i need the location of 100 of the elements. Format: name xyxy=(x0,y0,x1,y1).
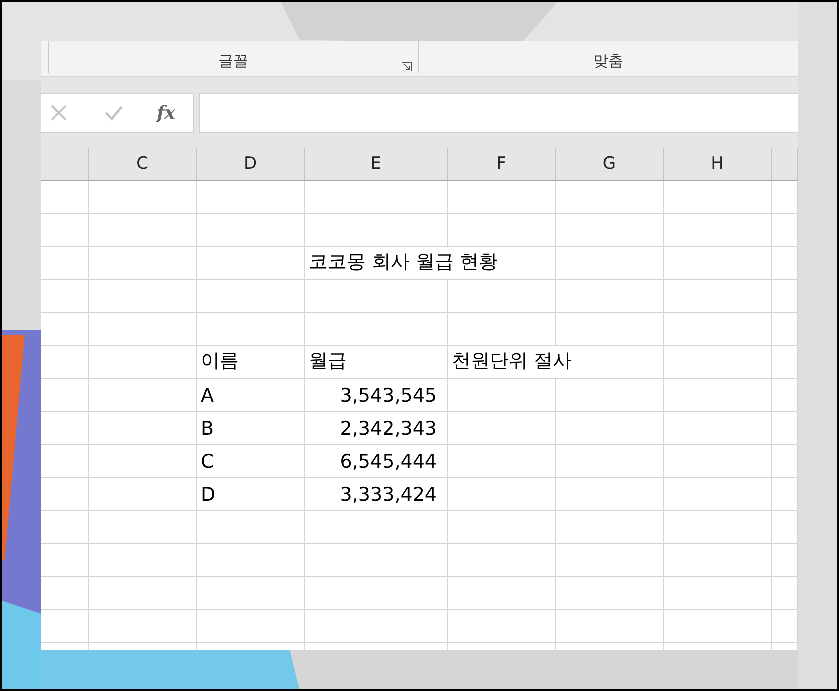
table-cell[interactable] xyxy=(89,346,197,379)
table-cell[interactable] xyxy=(89,313,197,346)
table-cell[interactable] xyxy=(556,577,664,610)
table-cell[interactable]: 2,342,343 xyxy=(305,412,448,445)
column-header[interactable] xyxy=(41,148,89,181)
table-cell[interactable] xyxy=(772,445,798,478)
table-cell[interactable] xyxy=(556,445,664,478)
table-cell[interactable] xyxy=(89,247,197,280)
column-header[interactable]: H xyxy=(664,148,772,181)
table-cell[interactable] xyxy=(305,610,448,643)
table-cell[interactable] xyxy=(556,610,664,643)
table-cell[interactable] xyxy=(41,247,89,280)
table-cell[interactable] xyxy=(664,511,772,544)
table-cell[interactable] xyxy=(556,379,664,412)
table-cell[interactable]: D xyxy=(197,478,305,511)
table-cell[interactable] xyxy=(448,445,556,478)
table-cell[interactable]: 코코몽 회사 월급 현황 xyxy=(305,247,556,280)
table-cell[interactable] xyxy=(305,577,448,610)
table-cell[interactable] xyxy=(41,610,89,643)
table-cell[interactable] xyxy=(41,379,89,412)
column-header[interactable]: F xyxy=(448,148,556,181)
table-cell[interactable] xyxy=(89,511,197,544)
table-cell[interactable] xyxy=(305,214,448,247)
check-icon[interactable] xyxy=(104,105,124,121)
table-cell[interactable] xyxy=(41,511,89,544)
table-cell[interactable] xyxy=(772,379,798,412)
formula-input-field[interactable] xyxy=(199,93,798,133)
table-cell[interactable]: B xyxy=(197,412,305,445)
table-cell[interactable] xyxy=(556,412,664,445)
table-cell[interactable] xyxy=(89,478,197,511)
table-cell[interactable] xyxy=(89,544,197,577)
table-cell[interactable] xyxy=(556,313,664,346)
table-cell[interactable] xyxy=(89,412,197,445)
table-cell[interactable] xyxy=(89,610,197,643)
table-cell[interactable] xyxy=(664,313,772,346)
table-cell[interactable] xyxy=(772,511,798,544)
table-cell[interactable] xyxy=(556,247,664,280)
table-cell[interactable] xyxy=(664,181,772,214)
table-cell[interactable] xyxy=(772,412,798,445)
table-cell[interactable] xyxy=(197,313,305,346)
column-header[interactable] xyxy=(772,148,798,181)
table-cell[interactable] xyxy=(41,445,89,478)
table-cell[interactable] xyxy=(448,379,556,412)
table-cell[interactable] xyxy=(305,280,448,313)
table-cell[interactable] xyxy=(664,478,772,511)
table-cell[interactable] xyxy=(772,610,798,643)
table-cell[interactable]: 3,333,424 xyxy=(305,478,448,511)
column-header[interactable]: G xyxy=(556,148,664,181)
table-cell[interactable] xyxy=(41,412,89,445)
table-cell[interactable] xyxy=(664,346,772,379)
table-cell[interactable]: 이름 xyxy=(197,346,305,379)
table-cell[interactable] xyxy=(664,214,772,247)
table-cell[interactable] xyxy=(772,181,798,214)
table-cell[interactable] xyxy=(305,181,448,214)
table-cell[interactable] xyxy=(772,544,798,577)
cancel-icon[interactable] xyxy=(50,104,68,122)
table-cell[interactable] xyxy=(197,247,305,280)
table-cell[interactable] xyxy=(197,181,305,214)
table-cell[interactable] xyxy=(772,247,798,280)
column-header[interactable]: C xyxy=(89,148,197,181)
table-cell[interactable] xyxy=(772,346,798,379)
table-cell[interactable] xyxy=(197,214,305,247)
table-cell[interactable] xyxy=(41,181,89,214)
table-cell[interactable] xyxy=(556,478,664,511)
table-cell[interactable] xyxy=(41,280,89,313)
table-cell[interactable] xyxy=(556,544,664,577)
table-cell[interactable] xyxy=(41,577,89,610)
table-cell[interactable] xyxy=(197,544,305,577)
table-cell[interactable] xyxy=(89,445,197,478)
table-cell[interactable] xyxy=(197,610,305,643)
table-cell[interactable] xyxy=(448,412,556,445)
table-cell[interactable] xyxy=(772,214,798,247)
table-cell[interactable] xyxy=(772,313,798,346)
table-cell[interactable] xyxy=(664,412,772,445)
table-cell[interactable] xyxy=(556,214,664,247)
table-cell[interactable] xyxy=(664,280,772,313)
table-cell[interactable] xyxy=(448,577,556,610)
table-cell[interactable] xyxy=(664,544,772,577)
table-cell[interactable]: 3,543,545 xyxy=(305,379,448,412)
table-cell[interactable] xyxy=(41,478,89,511)
table-cell[interactable] xyxy=(664,610,772,643)
table-cell[interactable] xyxy=(448,280,556,313)
table-cell[interactable] xyxy=(664,577,772,610)
dialog-launcher-icon[interactable] xyxy=(402,62,412,72)
table-cell[interactable] xyxy=(41,313,89,346)
table-cell[interactable] xyxy=(772,478,798,511)
table-cell[interactable] xyxy=(89,181,197,214)
table-cell[interactable] xyxy=(664,247,772,280)
column-header[interactable]: D xyxy=(197,148,305,181)
table-cell[interactable]: A xyxy=(197,379,305,412)
table-cell[interactable]: C xyxy=(197,445,305,478)
table-cell[interactable] xyxy=(197,511,305,544)
table-cell[interactable] xyxy=(448,610,556,643)
table-cell[interactable] xyxy=(556,280,664,313)
table-cell[interactable] xyxy=(197,280,305,313)
table-cell[interactable] xyxy=(41,346,89,379)
table-cell[interactable] xyxy=(664,445,772,478)
table-cell[interactable] xyxy=(41,214,89,247)
table-cell[interactable] xyxy=(305,313,448,346)
table-cell[interactable] xyxy=(305,544,448,577)
